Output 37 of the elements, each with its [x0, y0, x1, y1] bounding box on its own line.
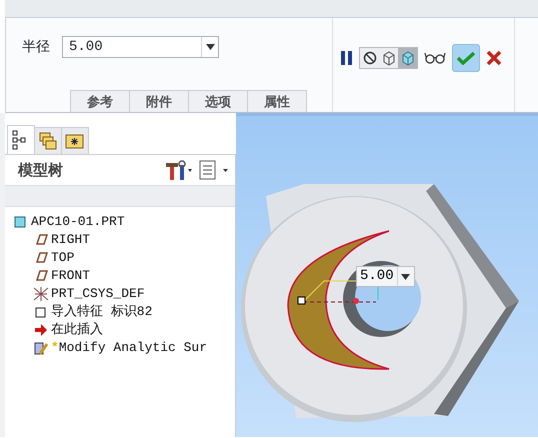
dropdown-arrow-icon: [206, 44, 214, 50]
tree-item[interactable]: 导入特征 标识82: [51, 302, 152, 322]
check-icon: [457, 51, 475, 65]
tree-item[interactable]: PRT_CSYS_DEF: [51, 284, 145, 304]
tree-item[interactable]: Modify Analytic Sur: [58, 338, 208, 358]
wireframe-cube-icon: [382, 50, 396, 66]
new-feature-mark: *: [51, 339, 59, 358]
tab[interactable]: 属性: [247, 90, 307, 112]
coordinate-system-icon: [33, 286, 49, 302]
tools-icon[interactable]: [164, 160, 192, 180]
datum-plane-icon: [33, 268, 49, 284]
dimension-field[interactable]: 5.00: [356, 266, 415, 287]
shaded-cube-icon: [400, 50, 414, 66]
no-entry-icon: [362, 50, 376, 66]
tab[interactable]: 选项: [188, 90, 248, 112]
modify-surface-icon: [33, 340, 49, 356]
radius-field[interactable]: 5.00: [62, 36, 219, 58]
pause-icon[interactable]: [341, 51, 353, 65]
datum-plane-icon: [33, 250, 49, 266]
tree-item[interactable]: 在此插入: [51, 320, 103, 340]
insert-arrow-icon: [33, 322, 49, 338]
tree-item[interactable]: FRONT: [51, 266, 90, 286]
panel-title: 模型树: [18, 160, 64, 181]
tab[interactable]: 参考: [70, 90, 130, 112]
tree-item[interactable]: RIGHT: [51, 230, 90, 250]
folders-icon: [38, 131, 58, 151]
dropdown-arrow-icon: [401, 274, 410, 280]
tree-item[interactable]: TOP: [51, 248, 74, 268]
tab[interactable]: [61, 127, 89, 154]
list-settings-icon[interactable]: [198, 160, 228, 180]
radius-label: 半径: [22, 38, 50, 56]
glasses-icon[interactable]: [424, 52, 446, 64]
datum-plane-icon: [33, 232, 49, 248]
cancel-icon[interactable]: [486, 50, 502, 66]
tab[interactable]: 附件: [129, 90, 189, 112]
tree-item[interactable]: APC10-01.PRT: [31, 212, 125, 232]
tab[interactable]: [7, 125, 35, 154]
